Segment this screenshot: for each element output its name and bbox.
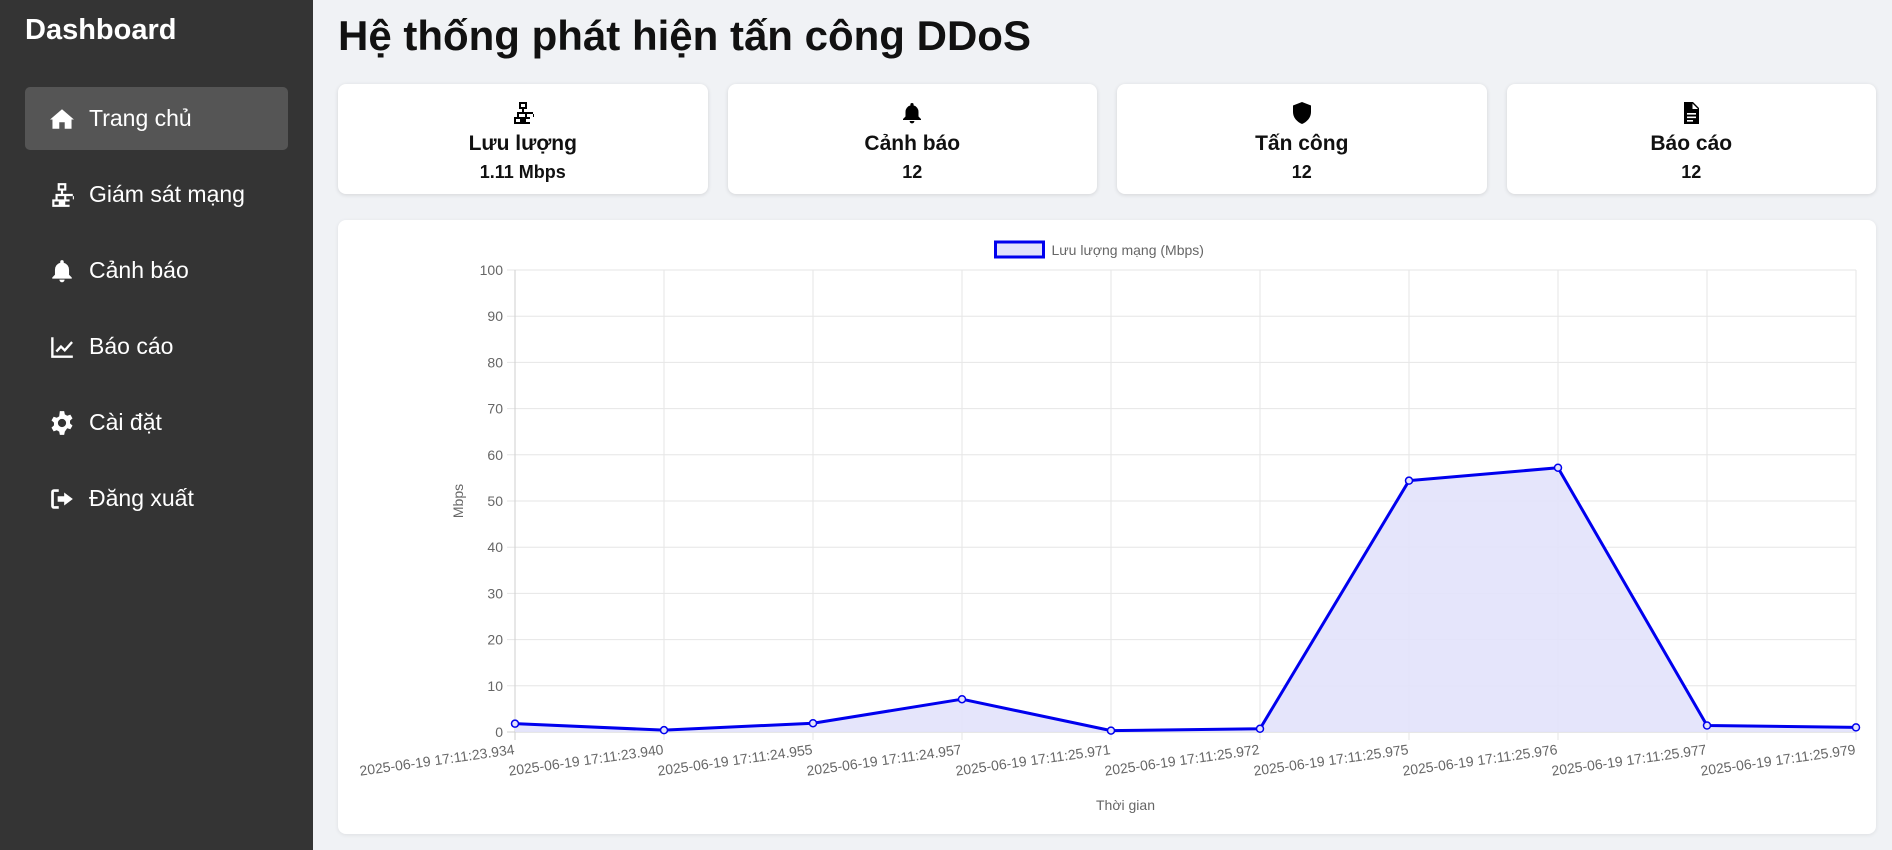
data-point [1404,476,1414,485]
sidebar-item-logout[interactable]: Đăng xuất [25,467,288,530]
x-tick-label: 2025-06-19 17:11:25.979 [1699,741,1856,779]
chart-line-icon [49,334,83,360]
attacks-card: Tấn công 12 [1117,84,1487,194]
sidebar-item-label: Trang chủ [89,105,192,131]
stat-cards: Lưu lượng 1.11 Mbps Cảnh báo 12 Tấn công… [338,84,1876,194]
x-tick-label: 2025-06-19 17:11:24.955 [656,741,813,779]
page-title: Hệ thống phát hiện tấn công DDoS [338,12,1031,59]
sidebar-item-label: Cảnh báo [89,257,189,283]
x-tick-label: 2025-06-19 17:11:24.957 [805,741,962,779]
y-tick-label: 30 [487,585,503,601]
x-tick-label: 2025-06-19 17:11:25.976 [1401,741,1558,779]
data-point [1553,463,1563,472]
data-point [1255,724,1265,734]
x-tick-label: 2025-06-19 17:11:25.972 [1103,741,1260,779]
sidebar-item-settings[interactable]: Cài đặt [25,391,288,454]
sidebar-item-label: Cài đặt [89,409,162,435]
y-tick-label: 20 [487,632,503,648]
sidebar-item-alerts[interactable]: Cảnh báo [25,239,288,302]
y-tick-label: 0 [495,724,503,740]
sidebar-item-label: Đăng xuất [89,485,194,511]
x-tick-label: 2025-06-19 17:11:23.940 [507,741,664,779]
brand-title: Dashboard [25,14,177,46]
traffic-card: Lưu lượng 1.11 Mbps [338,84,708,194]
card-title: Tấn công [1255,132,1349,155]
bell-icon [49,258,83,284]
x-tick-label: 2025-06-19 17:11:25.977 [1550,741,1707,779]
y-tick-label: 70 [487,401,503,417]
data-point [1851,723,1861,732]
sidebar-item-label: Báo cáo [89,333,174,359]
sidebar: Dashboard Trang chủ Giám sát mạng Cảnh b… [0,0,313,850]
y-tick-label: 50 [487,493,503,509]
sidebar-item-network-monitor[interactable]: Giám sát mạng [25,163,288,226]
y-tick-label: 100 [480,262,504,278]
sidebar-nav: Trang chủ Giám sát mạng Cảnh báo Báo cáo… [25,87,288,543]
sidebar-item-home[interactable]: Trang chủ [25,87,288,150]
x-axis-title: Thời gian [1096,797,1155,813]
data-point [659,725,669,735]
y-tick-label: 90 [487,308,503,324]
card-value: 12 [1291,162,1312,182]
y-tick-label: 60 [487,447,503,463]
traffic-line-chart: 0 10 20 30 40 50 60 70 80 90 100 2025-06-19 17:11:2… [358,240,1861,813]
shield-icon [1290,101,1314,130]
data-point [510,719,520,728]
file-icon [1679,101,1703,130]
alerts-card: Cảnh báo 12 [727,84,1097,194]
network-icon [49,182,83,208]
main-content: Hệ thống phát hiện tấn công DDoS Lưu lượ… [338,0,1878,850]
data-point [957,694,967,704]
series-area [515,467,1856,732]
card-value: 1.11 Mbps [479,162,566,182]
y-tick-label: 80 [487,354,503,370]
sidebar-item-label: Giám sát mạng [89,181,245,207]
x-tick-label: 2025-06-19 17:11:25.975 [1252,741,1409,779]
y-tick-label: 40 [487,539,503,555]
data-point [1106,726,1116,735]
legend-swatch [994,240,1045,259]
traffic-chart-panel: 0 10 20 30 40 50 60 70 80 90 100 2025-06-19 17:11:2… [338,220,1876,834]
data-point [808,718,818,728]
x-tick-label: 2025-06-19 17:11:23.934 [358,741,515,779]
bell-icon [900,101,924,130]
card-title: Lưu lượng [468,132,577,155]
legend-label: Lưu lượng mạng (Mbps) [1052,242,1204,258]
gear-icon [49,410,83,436]
y-tick-label: 10 [487,678,503,694]
card-value: 12 [902,162,923,182]
x-tick-label: 2025-06-19 17:11:25.971 [954,741,1111,779]
card-value: 12 [1681,162,1702,182]
sidebar-item-reports[interactable]: Báo cáo [25,315,288,378]
reports-card: Báo cáo 12 [1506,84,1876,194]
sign-out-icon [49,486,83,512]
card-title: Cảnh báo [864,132,961,155]
data-point [1702,721,1712,730]
home-icon [49,106,83,132]
card-title: Báo cáo [1650,132,1733,155]
network-icon [511,101,536,130]
y-axis-title: Mbps [450,484,466,518]
